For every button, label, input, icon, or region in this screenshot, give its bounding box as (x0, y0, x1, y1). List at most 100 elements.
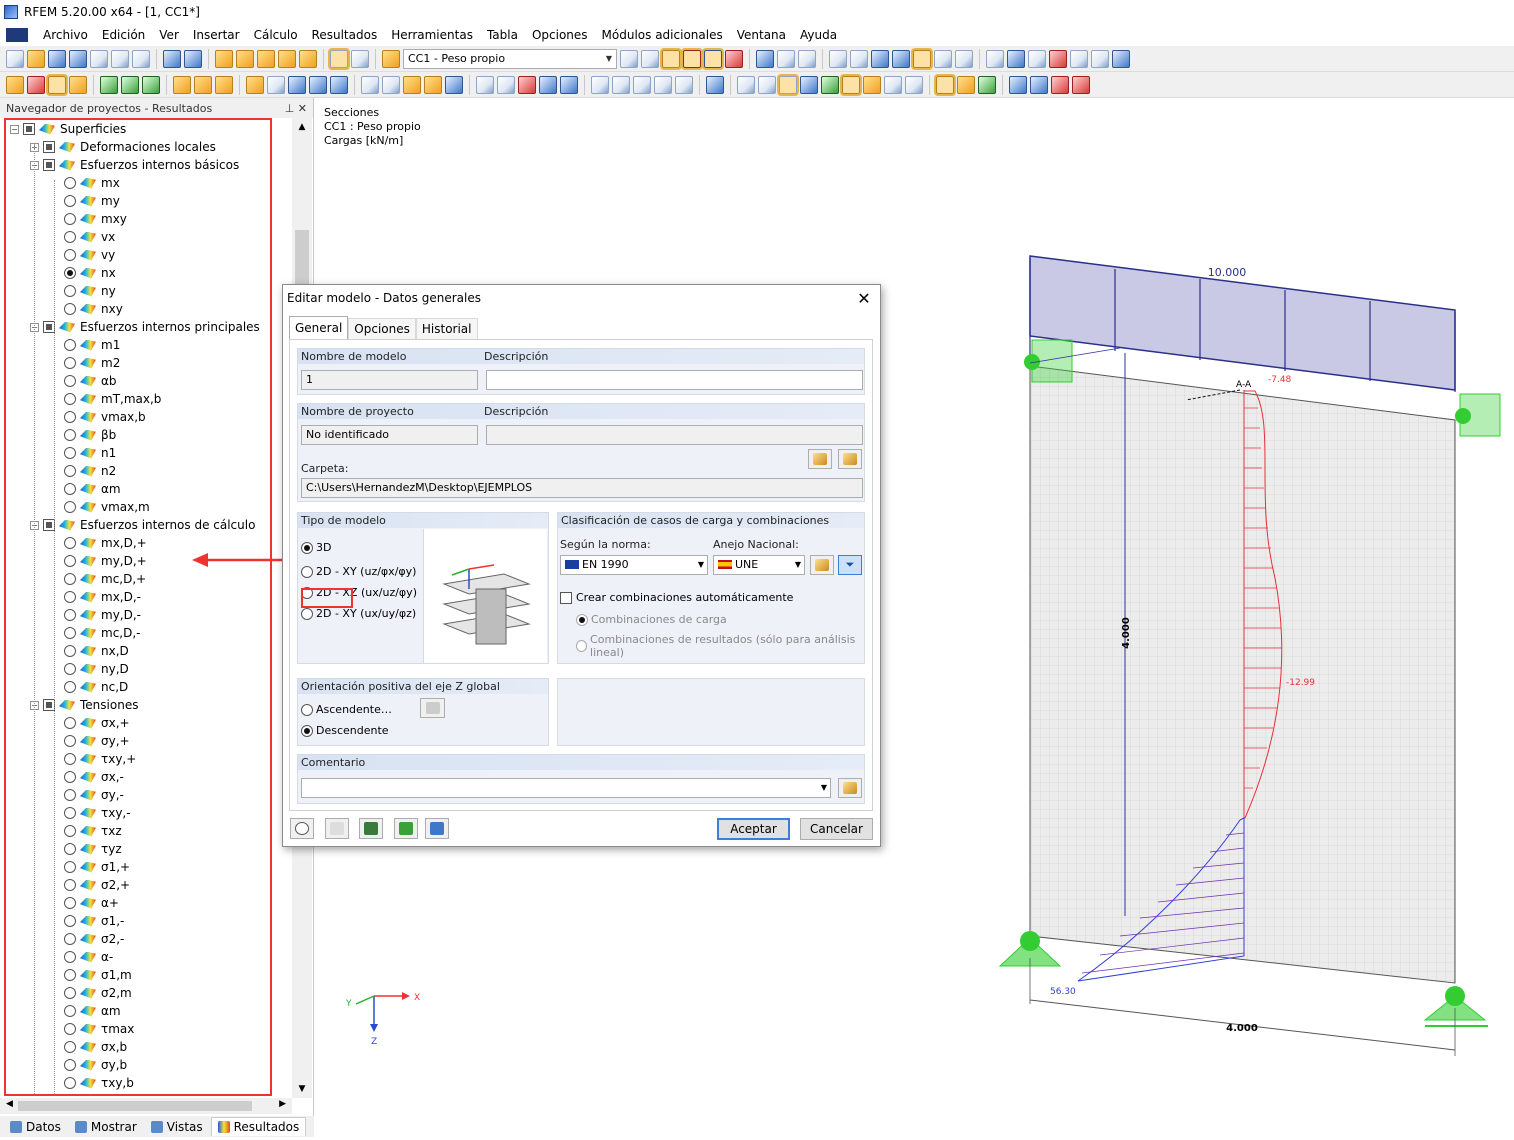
project-manager-button[interactable] (838, 449, 862, 469)
mdi-window-icon[interactable] (6, 28, 28, 42)
wireframe-icon[interactable] (737, 75, 755, 94)
node-icon[interactable] (6, 75, 24, 94)
table-toggle-icon[interactable] (351, 49, 369, 68)
grid-icon[interactable] (829, 49, 847, 68)
radio[interactable] (301, 565, 313, 578)
solid-view-icon[interactable] (777, 73, 799, 96)
open-file-icon[interactable] (27, 49, 45, 68)
pdf2-icon[interactable] (1072, 75, 1090, 94)
next-load-case-icon[interactable] (641, 49, 659, 68)
max-min-icon[interactable] (725, 49, 743, 68)
pan-icon[interactable] (934, 49, 952, 68)
export-icon[interactable] (1009, 75, 1027, 94)
menu-calculo[interactable]: Cálculo (247, 28, 305, 42)
settings-icon[interactable] (1112, 49, 1130, 68)
structure2-icon[interactable] (424, 75, 442, 94)
import-icon[interactable] (1030, 75, 1048, 94)
load-case-icon[interactable] (382, 49, 400, 68)
radio[interactable] (301, 724, 313, 737)
menu-insertar[interactable]: Insertar (186, 28, 247, 42)
move-icon[interactable] (361, 75, 379, 94)
view-z-icon[interactable] (633, 75, 651, 94)
load-case-select[interactable]: CC1 - Peso propio ▼ (403, 48, 617, 69)
table-icon[interactable] (905, 75, 923, 94)
comment-library-button[interactable] (838, 778, 862, 798)
result-values-icon[interactable] (681, 47, 703, 70)
mirror-icon[interactable] (1028, 49, 1046, 68)
box-icon[interactable] (309, 75, 327, 94)
window-icon[interactable] (278, 49, 296, 68)
help-button[interactable] (290, 818, 314, 839)
navigator-toggle-icon[interactable] (328, 47, 350, 70)
tab-opciones[interactable]: Opciones (348, 318, 416, 339)
filter-button[interactable]: ⏷ (838, 555, 862, 575)
load-icon[interactable] (173, 75, 191, 94)
edit-icon[interactable] (215, 49, 233, 68)
cancel-button[interactable]: Cancelar (800, 818, 873, 840)
new-project-button[interactable] (808, 449, 832, 469)
copy-icon[interactable] (299, 49, 317, 68)
level-icon[interactable] (884, 75, 902, 94)
results-table2-icon[interactable] (798, 49, 816, 68)
view-x-icon[interactable] (591, 75, 609, 94)
results-table-icon[interactable] (777, 49, 795, 68)
model-name-field[interactable]: 1 (301, 370, 478, 390)
project-name-field[interactable]: No identificado (301, 425, 478, 445)
search-icon[interactable] (236, 49, 254, 68)
menu-ver[interactable]: Ver (152, 28, 186, 42)
calculate-icon[interactable] (756, 49, 774, 68)
folder-path-field[interactable]: C:\Users\HernandezM\Desktop\EJEMPLOS (301, 478, 863, 498)
transparent-icon[interactable] (800, 75, 818, 94)
radio[interactable] (301, 703, 313, 716)
select-icon[interactable] (955, 49, 973, 68)
opening-icon[interactable] (267, 75, 285, 94)
save-all-icon[interactable] (69, 49, 87, 68)
tab-mostrar[interactable]: Mostrar (69, 1117, 143, 1136)
section2-icon[interactable] (892, 49, 910, 68)
norm-select[interactable]: EN 1990 ▼ (560, 555, 708, 575)
mesh-icon[interactable] (850, 49, 868, 68)
radio[interactable] (576, 613, 588, 626)
project-description-field[interactable] (486, 425, 863, 445)
navigator-horizontal-scrollbar[interactable]: ◀ ▶ (0, 1098, 292, 1114)
menu-archivo[interactable]: Archivo (36, 28, 95, 42)
menu-ayuda[interactable]: Ayuda (793, 28, 844, 42)
delete-icon[interactable] (1049, 49, 1067, 68)
hinge-icon[interactable] (121, 75, 139, 94)
annex-settings-button[interactable] (810, 555, 834, 575)
hidden-line-icon[interactable] (758, 75, 776, 94)
divide-icon[interactable] (382, 75, 400, 94)
deformation-icon[interactable] (702, 47, 724, 70)
surface-icon[interactable] (246, 75, 264, 94)
render-solid-icon[interactable] (821, 75, 839, 94)
menu-modulos[interactable]: Módulos adicionales (595, 28, 730, 42)
tab-datos[interactable]: Datos (4, 1117, 67, 1136)
z-axis-down-option[interactable]: Descendente (301, 724, 389, 737)
scroll-down-icon[interactable]: ▼ (292, 1084, 312, 1094)
redo-icon[interactable] (184, 49, 202, 68)
generate-icon[interactable] (445, 75, 463, 94)
load-combinations-option[interactable]: Combinaciones de carga (576, 613, 727, 626)
save-icon[interactable] (48, 49, 66, 68)
menu-opciones[interactable]: Opciones (525, 28, 595, 42)
new-file-icon[interactable] (6, 49, 24, 68)
measure-icon[interactable] (986, 49, 1004, 68)
import-button[interactable] (425, 818, 449, 839)
solid-icon[interactable] (288, 75, 306, 94)
scroll-thumb[interactable] (295, 230, 309, 290)
view-3d-2-icon[interactable] (560, 75, 578, 94)
result-combinations-option[interactable]: Combinaciones de resultados (sólo para a… (576, 633, 864, 659)
colored-icon[interactable] (840, 73, 862, 96)
radio[interactable] (576, 640, 588, 652)
print-report-icon[interactable] (111, 49, 129, 68)
dimension-icon[interactable] (194, 75, 212, 94)
rotate-icon[interactable] (1007, 49, 1025, 68)
z-axis-preview-button[interactable] (420, 698, 445, 718)
tab-historial[interactable]: Historial (415, 318, 478, 339)
export-button[interactable] (394, 818, 418, 839)
member-icon[interactable] (46, 73, 68, 96)
cube-icon[interactable] (330, 75, 348, 94)
navigator-controls[interactable]: ⊥ ✕ (285, 102, 307, 115)
section-plane-icon[interactable] (863, 75, 881, 94)
scroll-left-icon[interactable]: ◀ (6, 1099, 13, 1109)
